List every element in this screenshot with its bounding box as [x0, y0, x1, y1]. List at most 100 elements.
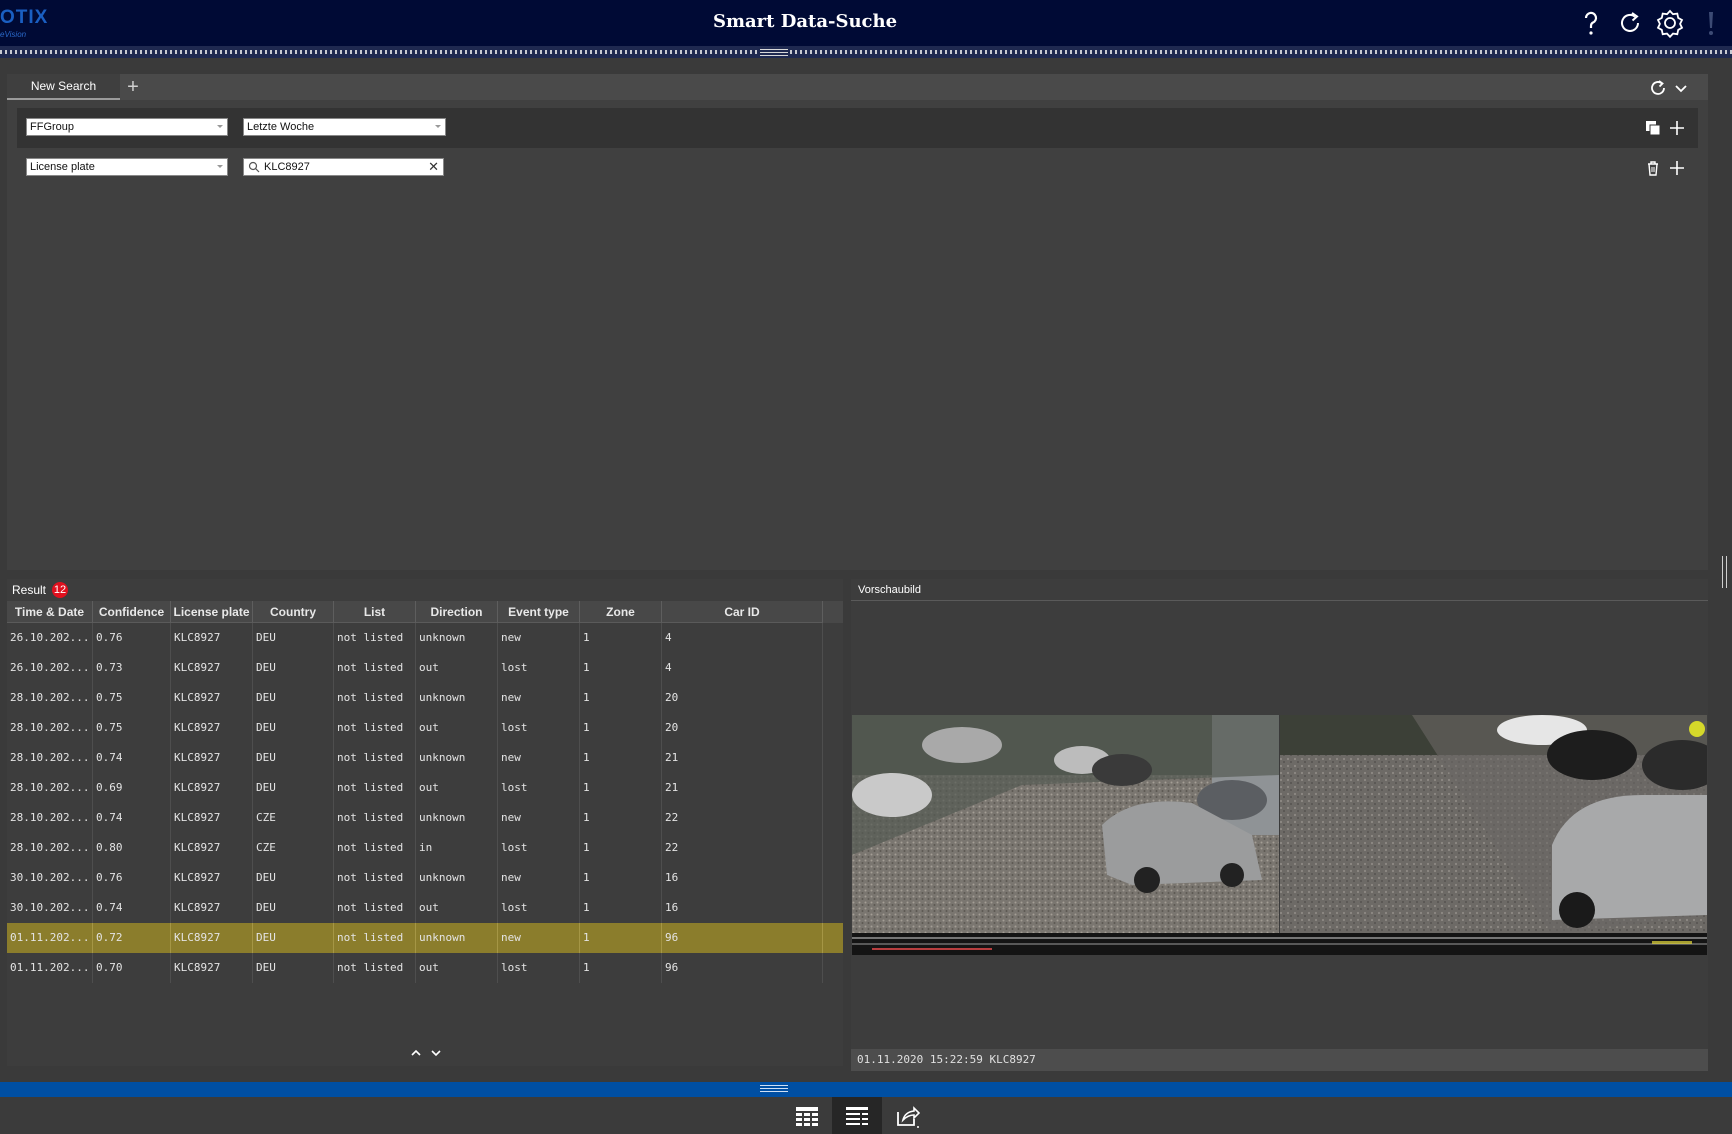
cell-direction: out — [416, 653, 498, 683]
dropdown-arrow-icon — [435, 125, 441, 128]
result-header: Result 12 — [7, 579, 843, 601]
cell-car-id: 4 — [662, 623, 823, 653]
table-row[interactable]: 28.10.202... 0.69 KLC8927 DEU not listed out l… — [7, 773, 843, 803]
title-bar: OTIX eVision Smart Data-Suche — [0, 0, 1732, 46]
cell-car-id: 21 — [662, 743, 823, 773]
cell-car-id: 22 — [662, 833, 823, 863]
cell-list: not listed — [334, 893, 416, 923]
column-header-license-plate[interactable]: License plate — [171, 601, 253, 623]
cell-event-type: lost — [498, 833, 580, 863]
chevron-up-icon[interactable] — [409, 1046, 423, 1060]
column-header-zone[interactable]: Zone — [580, 601, 662, 623]
cell-car-id: 96 — [662, 923, 823, 953]
column-header-direction[interactable]: Direction — [416, 601, 498, 623]
table-row[interactable]: 01.11.202... 0.72 KLC8927 DEU not listed unkn… — [7, 923, 843, 953]
list-detail-view-button[interactable] — [832, 1097, 882, 1134]
cell-zone: 1 — [580, 803, 662, 833]
preview-panel: Vorschaubild 01.11.2020 15:22:59 KLC8927 — [851, 579, 1708, 1071]
cell-time-date: 28.10.202... — [7, 833, 93, 863]
column-header-country[interactable]: Country — [253, 601, 334, 623]
add-criteria-icon[interactable] — [1667, 158, 1687, 178]
delete-icon[interactable] — [1643, 158, 1663, 178]
cell-list: not listed — [334, 833, 416, 863]
cell-car-id: 20 — [662, 713, 823, 743]
reload-search-icon[interactable] — [1648, 78, 1668, 98]
cell-license-plate: KLC8927 — [171, 713, 253, 743]
cell-car-id: 16 — [662, 893, 823, 923]
table-row[interactable]: 28.10.202... 0.75 KLC8927 DEU not listed unkn… — [7, 683, 843, 713]
cell-list: not listed — [334, 623, 416, 653]
column-header-time-date[interactable]: Time & Date — [7, 601, 93, 623]
cell-country: DEU — [253, 893, 334, 923]
table-row[interactable]: 26.10.202... 0.76 KLC8927 DEU not listed unkn… — [7, 623, 843, 653]
add-filter-icon[interactable] — [1667, 118, 1687, 138]
export-icon — [897, 1105, 920, 1128]
filter-row-source: FFGroup Letzte Woche — [17, 108, 1698, 148]
plate-search-value: KLC8927 — [264, 161, 310, 173]
result-count-badge: 12 — [52, 582, 69, 598]
alert-icon[interactable] — [1695, 7, 1727, 39]
column-header-event-type[interactable]: Event type — [498, 601, 580, 623]
cell-list: not listed — [334, 713, 416, 743]
cell-direction: unknown — [416, 683, 498, 713]
cell-event-type: lost — [498, 653, 580, 683]
splitter-grip[interactable] — [760, 47, 788, 57]
cell-confidence: 0.70 — [93, 953, 171, 983]
cell-confidence: 0.73 — [93, 653, 171, 683]
table-row[interactable]: 28.10.202... 0.74 KLC8927 DEU not listed unkn… — [7, 743, 843, 773]
search-panel: New Search + FFGroup Letzte Woche Licens… — [7, 74, 1708, 570]
cell-confidence: 0.76 — [93, 623, 171, 653]
cell-direction: unknown — [416, 623, 498, 653]
refresh-icon[interactable] — [1614, 7, 1646, 39]
help-icon[interactable] — [1575, 7, 1607, 39]
add-tab-icon[interactable]: + — [123, 77, 143, 97]
table-row[interactable]: 01.11.202... 0.70 KLC8927 DEU not listed out l… — [7, 953, 843, 983]
export-button[interactable] — [882, 1097, 932, 1134]
side-splitter-grip[interactable] — [1722, 556, 1728, 588]
time-range-value: Letzte Woche — [247, 121, 315, 133]
cell-zone: 1 — [580, 833, 662, 863]
table-row[interactable]: 28.10.202... 0.75 KLC8927 DEU not listed out l… — [7, 713, 843, 743]
field-select[interactable]: License plate — [26, 158, 228, 176]
table-row[interactable]: 28.10.202... 0.80 KLC8927 CZE not listed in lo… — [7, 833, 843, 863]
preview-image[interactable] — [852, 715, 1707, 955]
cell-license-plate: KLC8927 — [171, 773, 253, 803]
grid-view-button[interactable] — [782, 1097, 832, 1134]
cell-event-type: new — [498, 743, 580, 773]
settings-icon[interactable] — [1654, 7, 1686, 39]
bottom-toolbar — [0, 1097, 1732, 1134]
cell-zone: 1 — [580, 743, 662, 773]
result-table-header: Time & Date Confidence License plate Countr… — [7, 601, 843, 623]
cell-event-type: new — [498, 863, 580, 893]
table-row[interactable]: 28.10.202... 0.74 KLC8927 CZE not listed unkn… — [7, 803, 843, 833]
tab-new-search[interactable]: New Search — [7, 74, 120, 100]
cell-list: not listed — [334, 803, 416, 833]
cell-zone: 1 — [580, 893, 662, 923]
duplicate-icon[interactable] — [1643, 118, 1663, 138]
clear-icon[interactable]: ✕ — [428, 159, 439, 175]
chevron-down-icon[interactable] — [429, 1046, 443, 1060]
column-header-list[interactable]: List — [334, 601, 416, 623]
chevron-down-icon[interactable] — [1672, 79, 1690, 97]
cell-event-type: new — [498, 803, 580, 833]
time-range-select[interactable]: Letzte Woche — [243, 118, 446, 136]
search-icon — [248, 161, 260, 173]
cell-time-date: 28.10.202... — [7, 683, 93, 713]
cell-car-id: 20 — [662, 683, 823, 713]
table-row[interactable]: 30.10.202... 0.74 KLC8927 DEU not listed out l… — [7, 893, 843, 923]
cell-license-plate: KLC8927 — [171, 953, 253, 983]
bottom-splitter[interactable] — [0, 1082, 1732, 1097]
table-row[interactable]: 26.10.202... 0.73 KLC8927 DEU not listed out l… — [7, 653, 843, 683]
result-panel: Result 12 Time & Date Confidence License pl… — [7, 579, 843, 1066]
column-header-car-id[interactable]: Car ID — [662, 601, 823, 623]
source-select[interactable]: FFGroup — [26, 118, 228, 136]
cell-country: CZE — [253, 803, 334, 833]
list-detail-view-icon — [846, 1106, 868, 1125]
table-row[interactable]: 30.10.202... 0.76 KLC8927 DEU not listed unkn… — [7, 863, 843, 893]
plate-search-input[interactable]: KLC8927 ✕ — [243, 158, 444, 176]
cell-confidence: 0.75 — [93, 683, 171, 713]
cell-zone: 1 — [580, 623, 662, 653]
column-header-confidence[interactable]: Confidence — [93, 601, 171, 623]
top-splitter[interactable] — [0, 46, 1732, 58]
cell-country: DEU — [253, 623, 334, 653]
